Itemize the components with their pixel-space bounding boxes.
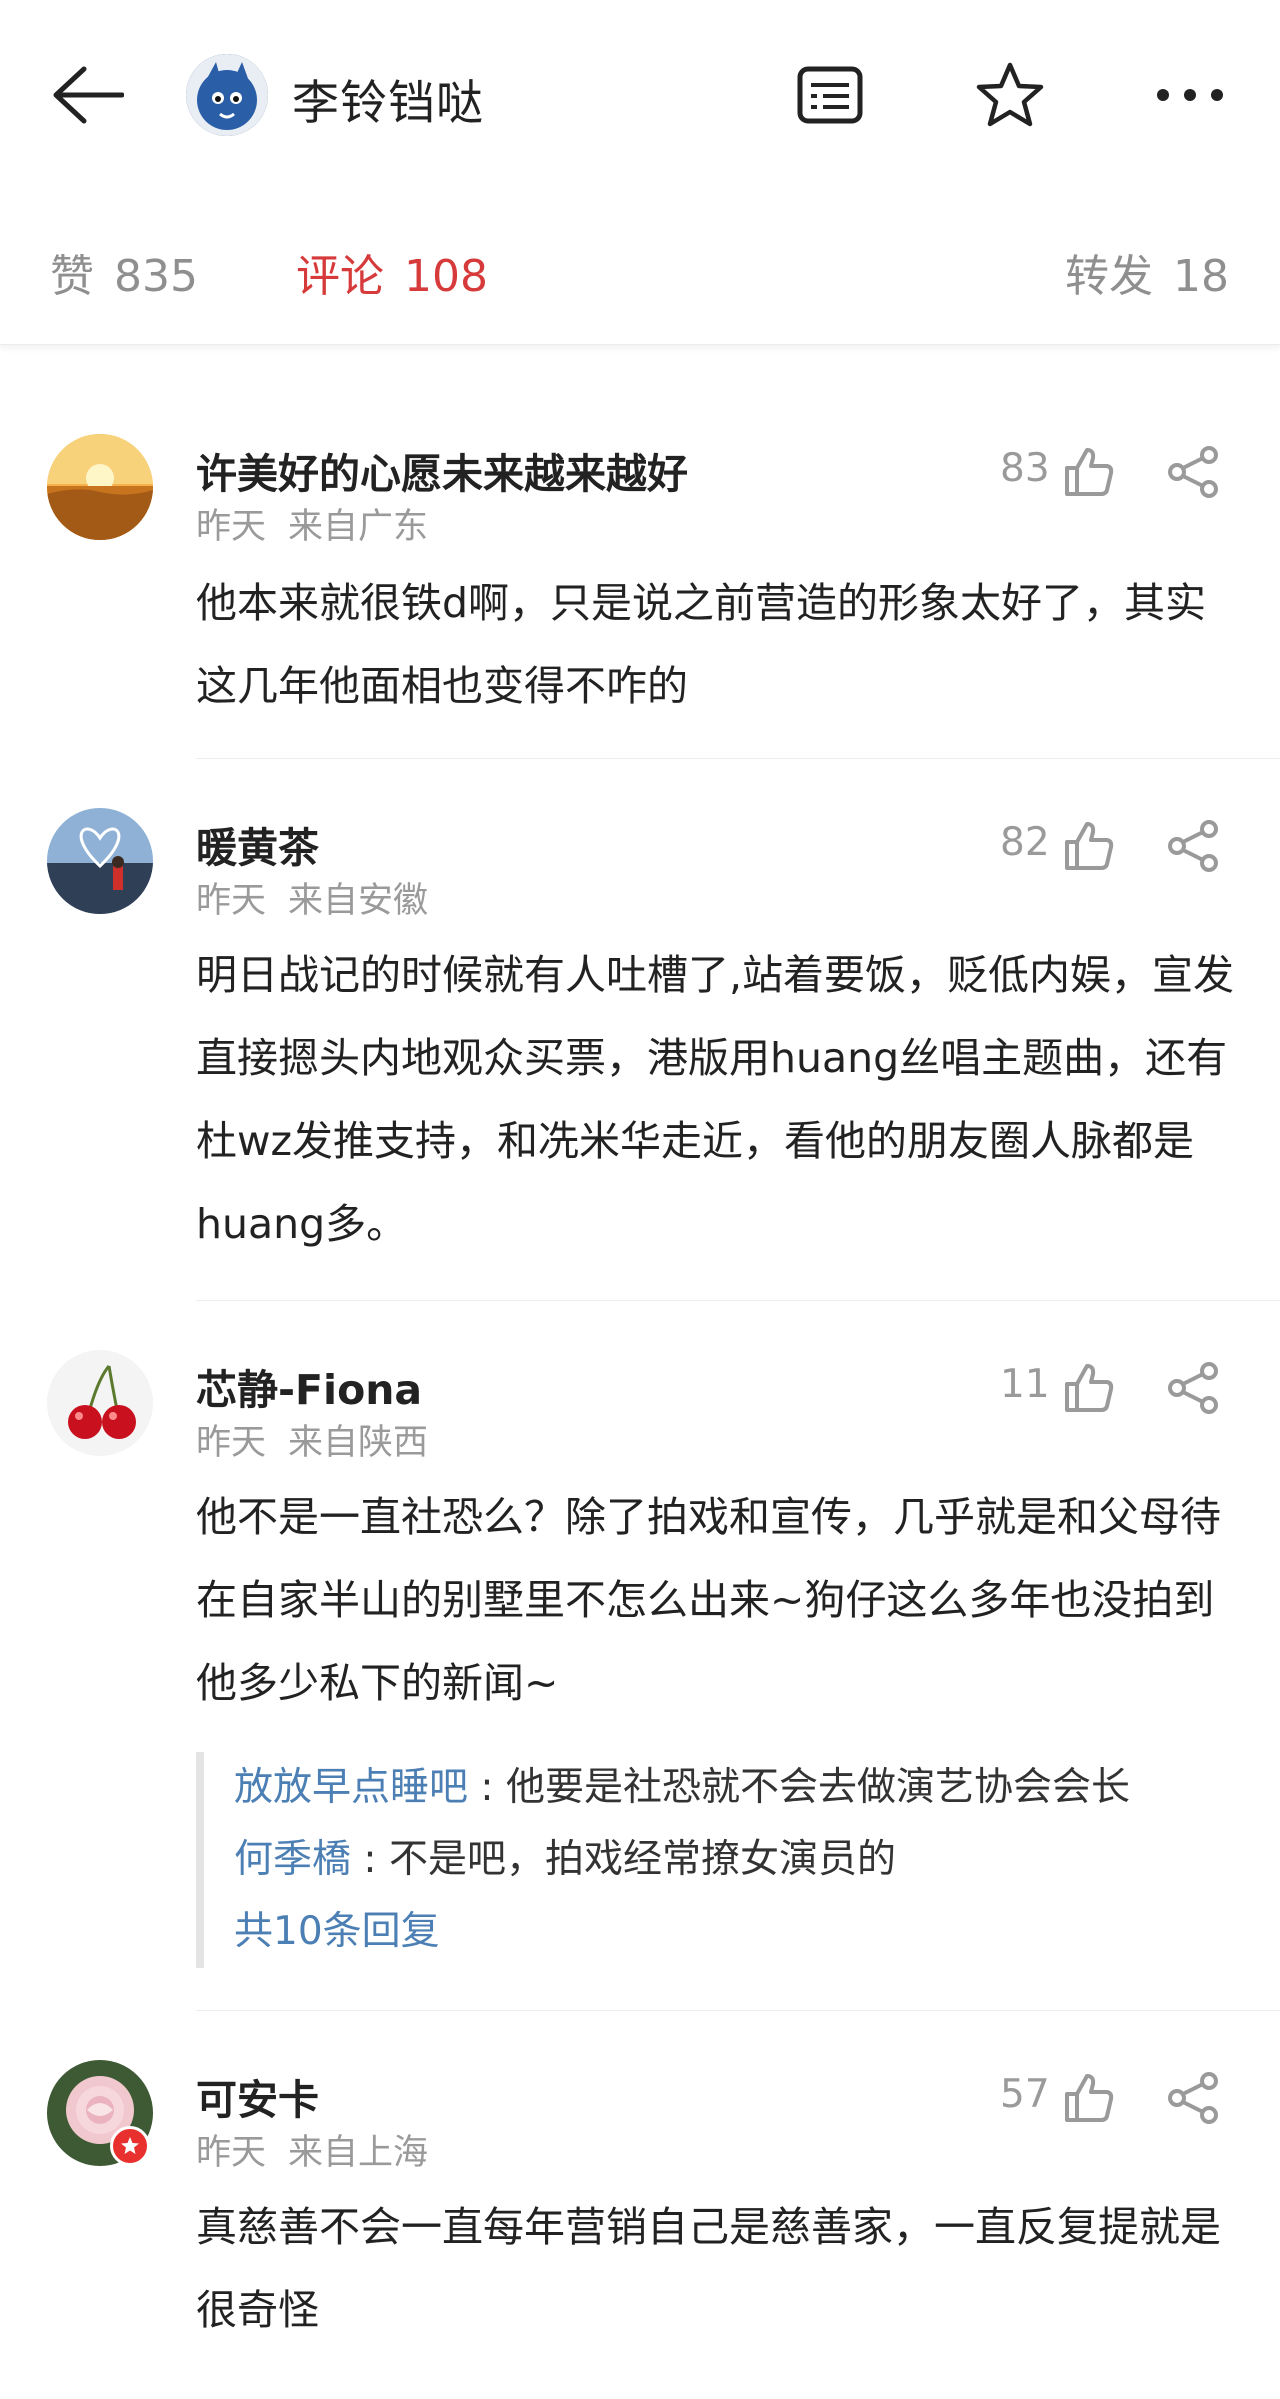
reply-separator: : (468, 1765, 506, 1810)
cherry-avatar-icon (47, 1350, 153, 1456)
photo-avatar-icon (47, 808, 153, 914)
reply-box: 放放早点睡吧 : 他要是社恐就不会去做演艺协会会长 何季橋 : 不是吧，拍戏经常… (196, 1752, 1246, 1968)
document-icon[interactable] (790, 55, 870, 135)
comment-author[interactable]: 可安卡 (196, 2066, 319, 2126)
tab-comments[interactable]: 评论 108 (296, 240, 488, 304)
share-icon[interactable] (1167, 445, 1221, 499)
comment-meta: 昨天 来自广东 (196, 498, 428, 549)
reply-author[interactable]: 何季橋 (234, 1837, 351, 1882)
verified-badge-icon (110, 2126, 150, 2166)
like-count: 83 (1000, 446, 1050, 491)
reply-text: 他要是社恐就不会去做演艺协会会长 (505, 1765, 1130, 1810)
reply-author[interactable]: 放放早点睡吧 (234, 1765, 468, 1810)
comment-author[interactable]: 暖黄茶 (196, 814, 319, 874)
comment-meta: 昨天 来自上海 (196, 2124, 428, 2175)
comment-text: 他本来就很铁d啊，只是说之前营造的形象太好了，其实这几年他面相也变得不咋的 (196, 579, 1207, 710)
like-count: 11 (1000, 1362, 1050, 1407)
divider (196, 758, 1280, 759)
avatar[interactable] (47, 808, 153, 914)
comment-text: 他不是一直社恐么？除了拍戏和宣传，几乎就是和父母待在自家半山的别墅里不怎么出来~… (196, 1493, 1221, 1707)
comment-meta: 昨天 来自安徽 (196, 872, 428, 923)
cartoon-avatar-icon (186, 54, 268, 136)
comment-author[interactable]: 芯静-Fiona (196, 1356, 422, 1416)
comment-text: 明日战记的时候就有人吐槽了,站着要饭，贬低内娱，宣发直接摁头内地观众买票，港版用… (196, 951, 1235, 1248)
star-icon[interactable] (970, 55, 1050, 135)
reply-item[interactable]: 放放早点睡吧 : 他要是社恐就不会去做演艺协会会长 (234, 1752, 1246, 1824)
reposts-label: 转发 (1065, 251, 1153, 302)
comment-time: 昨天 (196, 1423, 267, 1463)
thumbs-up-icon[interactable] (1063, 820, 1115, 872)
share-icon[interactable] (1167, 1361, 1221, 1415)
comment-text: 真慈善不会一直每年营销自己是慈善家，一直反复提就是很奇怪 (196, 2203, 1221, 2334)
more-replies-link[interactable]: 共10条回复 (234, 1896, 1246, 1968)
like-count: 82 (1000, 820, 1050, 865)
avatar[interactable] (47, 1350, 153, 1456)
comment-time: 昨天 (196, 881, 267, 921)
avatar[interactable] (186, 54, 268, 136)
divider (196, 2010, 1280, 2011)
comment-location: 来自广东 (288, 507, 429, 547)
likes-count: 835 (114, 251, 198, 302)
reposts-count: 18 (1173, 251, 1229, 302)
comment-location: 来自陕西 (288, 1423, 429, 1463)
top-bar: 李铃铛哒 (0, 0, 1280, 190)
tab-likes[interactable]: 赞 835 (50, 240, 198, 304)
thumbs-up-icon[interactable] (1063, 446, 1115, 498)
comment-location: 来自安徽 (288, 881, 429, 921)
likes-label: 赞 (50, 251, 94, 302)
page-title: 李铃铛哒 (292, 76, 484, 131)
comment-location: 来自上海 (288, 2133, 429, 2173)
reply-item[interactable]: 何季橋 : 不是吧，拍戏经常撩女演员的 (234, 1824, 1246, 1896)
comment-time: 昨天 (196, 2133, 267, 2173)
comment-meta: 昨天 来自陕西 (196, 1414, 428, 1465)
like-count: 57 (1000, 2072, 1050, 2117)
avatar[interactable] (47, 434, 153, 540)
share-icon[interactable] (1167, 819, 1221, 873)
comment-time: 昨天 (196, 507, 267, 547)
tab-reposts[interactable]: 转发 18 (1065, 240, 1229, 304)
more-icon[interactable] (1150, 55, 1230, 135)
share-icon[interactable] (1167, 2071, 1221, 2125)
stats-bar: 赞 835 评论 108 转发 18 (0, 190, 1280, 345)
reply-separator: : (351, 1837, 389, 1882)
divider (196, 1300, 1280, 1301)
comment-author[interactable]: 许美好的心愿未来越来越好 (196, 440, 688, 500)
comments-label: 评论 (296, 251, 384, 302)
reply-text: 不是吧，拍戏经常撩女演员的 (388, 1837, 896, 1882)
comments-count: 108 (404, 251, 488, 302)
sunset-avatar-icon (47, 434, 153, 540)
thumbs-up-icon[interactable] (1063, 2072, 1115, 2124)
thumbs-up-icon[interactable] (1063, 1362, 1115, 1414)
back-arrow-icon[interactable] (50, 55, 140, 135)
